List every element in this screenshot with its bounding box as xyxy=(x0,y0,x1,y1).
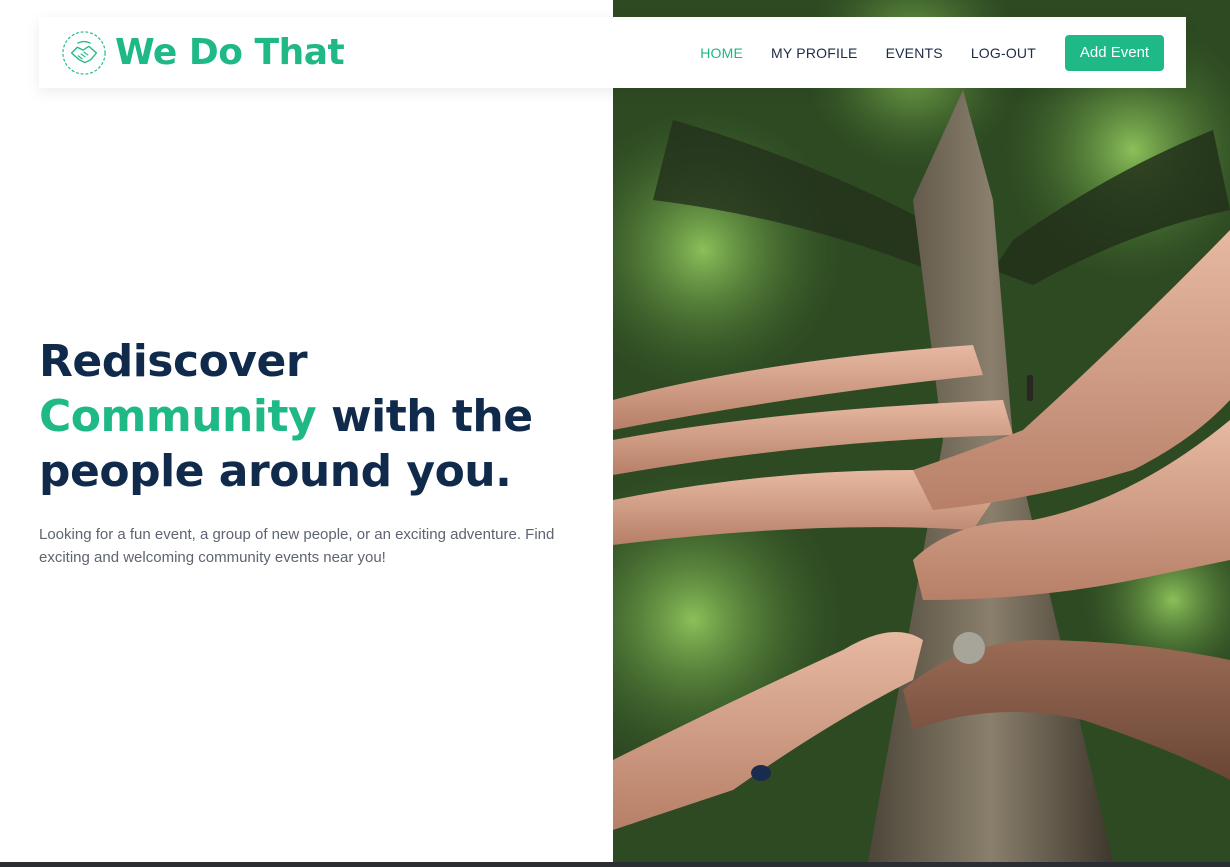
handshake-icon xyxy=(62,30,106,75)
hands-on-tree-image xyxy=(613,0,1230,862)
headline-accent: Community xyxy=(39,391,317,442)
bottom-edge-bar xyxy=(0,862,1230,867)
hero-headline: Rediscover Community with the people aro… xyxy=(39,334,589,499)
main-nav: HOME MY PROFILE EVENTS LOG-OUT Add Event xyxy=(672,34,1164,71)
hero-section: Rediscover Community with the people aro… xyxy=(39,334,589,569)
top-navbar: We Do That HOME MY PROFILE EVENTS LOG-OU… xyxy=(39,17,1186,88)
nav-home[interactable]: HOME xyxy=(700,45,743,61)
hero-photo xyxy=(613,0,1230,862)
nav-my-profile[interactable]: MY PROFILE xyxy=(771,45,858,61)
hero-subtext: Looking for a fun event, a group of new … xyxy=(39,526,555,566)
brand-logo[interactable]: We Do That xyxy=(61,30,345,76)
headline-part-1: Rediscover xyxy=(39,336,308,387)
nav-log-out[interactable]: LOG-OUT xyxy=(971,45,1036,61)
nav-events[interactable]: EVENTS xyxy=(886,45,943,61)
brand-name: We Do That xyxy=(115,32,345,73)
add-event-button[interactable]: Add Event xyxy=(1065,34,1164,71)
